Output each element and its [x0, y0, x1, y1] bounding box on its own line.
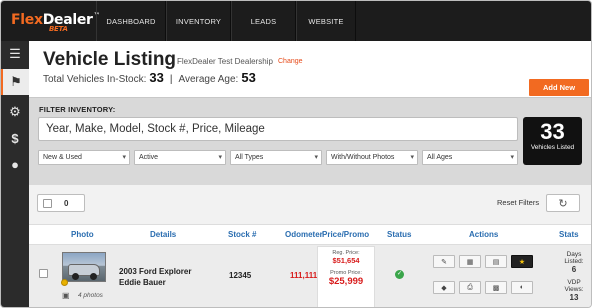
vehicles-listed-label: Vehicles Listed — [530, 144, 575, 151]
vdp-views-stat: VDP Views: 13 — [559, 279, 589, 302]
nav-leads[interactable]: LEADS — [231, 1, 296, 41]
stock-number: 12345 — [229, 271, 252, 280]
vehicle-title: 2003 Ford Explorer — [119, 267, 192, 276]
type-select[interactable]: All Types ▾ — [230, 150, 322, 165]
column-actions: Actions — [469, 230, 499, 239]
table-header: Photo Details Stock # Odometer Price/Pro… — [29, 225, 591, 245]
photos-select-value: With/Without Photos — [331, 154, 395, 161]
bulk-select-box[interactable]: 0 — [37, 194, 85, 212]
photo-count: 4 photos — [78, 292, 103, 299]
car-wheel-front — [72, 273, 79, 280]
main-nav: DASHBOARD INVENTORY LEADS WEBSITE — [96, 1, 356, 41]
reset-filters-link[interactable]: Reset Filters — [497, 198, 539, 207]
nav-dashboard[interactable]: DASHBOARD — [96, 1, 166, 41]
logo-part1: Flex — [11, 12, 43, 28]
flexdealer-logo[interactable]: FlexDealer™ BETA — [11, 12, 100, 33]
summary-separator: | — [169, 74, 173, 85]
dollar-icon[interactable]: $ — [1, 125, 29, 151]
column-odometer[interactable]: Odometer — [285, 230, 323, 239]
selected-count: 0 — [64, 198, 69, 208]
average-age-label: Average Age: — [178, 74, 239, 85]
chevron-down-icon: ▾ — [410, 154, 414, 161]
add-new-button[interactable]: Add New — [529, 79, 589, 96]
total-vehicles-label: Total Vehicles In-Stock: — [43, 74, 147, 85]
days-listed-label: Days Listed: — [564, 251, 584, 265]
chevron-down-icon: ▾ — [314, 154, 318, 161]
chart-icon[interactable]: ◐ — [511, 281, 533, 294]
column-price-promo[interactable]: Price/Promo — [322, 230, 369, 239]
promo-price-value: $25,999 — [328, 276, 364, 287]
app-frame: FlexDealer™ BETA DASHBOARD INVENTORY LEA… — [0, 0, 592, 308]
camera-icon: ▣ — [62, 291, 70, 300]
reg-price-value: $51,654 — [332, 256, 360, 265]
inventory-summary: Total Vehicles In-Stock: 33 | Average Age: 5… — [43, 70, 256, 85]
days-listed-value: 6 — [571, 265, 577, 274]
row-checkbox[interactable] — [39, 269, 48, 278]
vehicles-listed-count: 33 — [540, 119, 565, 144]
logo-beta-tag: BETA — [49, 25, 68, 33]
vehicle-thumbnail[interactable] — [62, 252, 106, 282]
vdp-views-value: 13 — [569, 293, 579, 302]
average-age-value: 53 — [241, 70, 256, 85]
column-details[interactable]: Details — [150, 230, 176, 239]
column-status[interactable]: Status — [387, 230, 411, 239]
select-all-checkbox[interactable] — [43, 198, 52, 208]
dealership-name: FlexDealer Test Dealership — [177, 57, 273, 66]
vehicles-listed-counter: 33 Vehicles Listed — [523, 117, 582, 165]
column-photo[interactable]: Photo — [71, 230, 94, 239]
price-promo-cell[interactable]: Reg. Price: $51,654 Promo Price: $25,999 — [317, 246, 375, 307]
status-select[interactable]: Active ▾ — [134, 150, 226, 165]
star-icon[interactable]: ★ — [511, 255, 533, 268]
gear-icon[interactable]: ⚙ — [1, 99, 29, 125]
list-toolbar: 0 Reset Filters ↻ — [29, 185, 591, 225]
odometer-value: 111,111 — [290, 271, 318, 280]
car-icon[interactable]: ▦ — [459, 255, 481, 268]
page-title: Vehicle Listing — [43, 49, 177, 70]
column-stock[interactable]: Stock # — [228, 230, 256, 239]
vehicle-details[interactable]: 2003 Ford Explorer Eddie Bauer — [119, 266, 191, 288]
condition-select-value: New & Used — [43, 154, 82, 161]
document-icon[interactable]: ▤ — [485, 255, 507, 268]
change-dealership-link[interactable]: Change — [278, 58, 303, 65]
filter-label: FILTER INVENTORY: — [39, 105, 116, 114]
car-wheel-rear — [90, 273, 97, 280]
flag-icon[interactable]: ⚑ — [1, 69, 29, 95]
chevron-down-icon: ▾ — [510, 154, 514, 161]
archive-icon[interactable]: ▩ — [485, 281, 507, 294]
chevron-down-icon: ▾ — [122, 154, 126, 161]
featured-dot-icon — [61, 279, 68, 286]
chevron-down-icon: ▾ — [218, 154, 222, 161]
age-select[interactable]: All Ages ▾ — [422, 150, 518, 165]
menu-icon[interactable]: ☰ — [1, 41, 29, 67]
top-nav-bar: FlexDealer™ BETA DASHBOARD INVENTORY LEA… — [1, 1, 591, 41]
edit-icon[interactable]: ✎ — [433, 255, 455, 268]
photos-select[interactable]: With/Without Photos ▾ — [326, 150, 418, 165]
print-icon[interactable]: ⎙ — [459, 281, 481, 294]
left-rail: ☰ ⚑ ⚙ $ ● — [1, 41, 29, 307]
search-input[interactable]: Year, Make, Model, Stock #, Price, Milea… — [38, 117, 518, 141]
tag-icon[interactable]: ◆ — [433, 281, 455, 294]
status-select-value: Active — [139, 154, 159, 161]
column-stats: Stats — [559, 230, 579, 239]
filter-panel: FILTER INVENTORY: Year, Make, Model, Sto… — [29, 97, 591, 185]
bell-icon[interactable]: ● — [1, 151, 29, 177]
nav-inventory[interactable]: INVENTORY — [166, 1, 231, 41]
total-vehicles-value: 33 — [149, 70, 164, 85]
table-row[interactable]: ▣ 4 photos 2003 Ford Explorer Eddie Baue… — [29, 245, 591, 307]
status-active-icon[interactable]: ✓ — [395, 270, 404, 279]
vehicle-trim: Eddie Bauer — [119, 278, 166, 287]
refresh-icon[interactable]: ↻ — [546, 194, 580, 212]
type-select-value: All Types — [235, 154, 264, 161]
condition-select[interactable]: New & Used ▾ — [38, 150, 130, 165]
days-listed-stat: Days Listed: 6 — [559, 251, 589, 274]
age-select-value: All Ages — [427, 154, 453, 161]
nav-website[interactable]: WEBSITE — [296, 1, 356, 41]
vdp-views-label: VDP Views: — [564, 279, 584, 293]
